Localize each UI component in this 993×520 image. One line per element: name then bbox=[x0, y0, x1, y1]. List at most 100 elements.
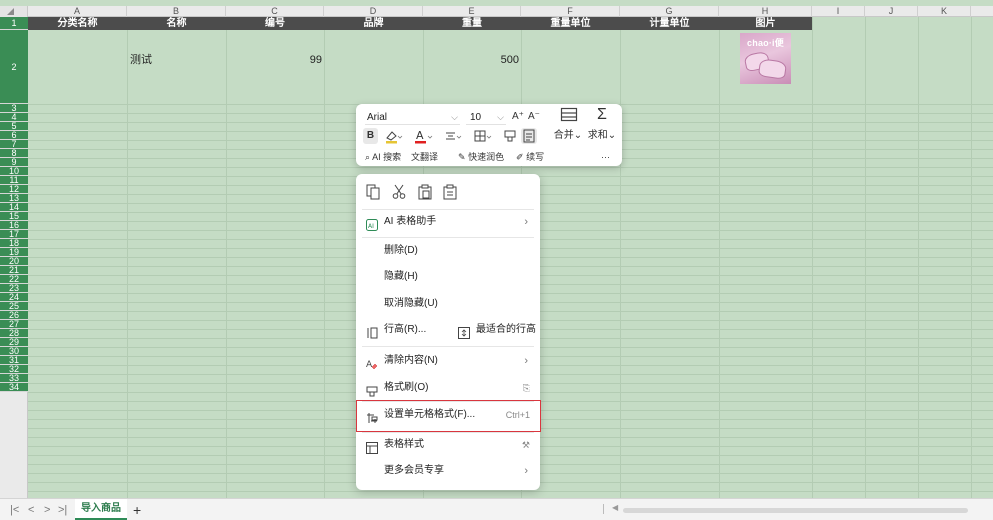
menu-item-format-painter[interactable]: 格式刷(O) ⎘ bbox=[356, 375, 540, 401]
format-painter-icon bbox=[366, 382, 378, 397]
row-header-1[interactable]: 1 bbox=[0, 17, 28, 30]
menu-item-delete[interactable]: 删除(D) bbox=[356, 238, 540, 264]
column-header-j[interactable]: J bbox=[865, 6, 918, 17]
column-header-a[interactable]: A bbox=[28, 6, 127, 17]
format-painter-toolbar-button[interactable] bbox=[502, 128, 518, 144]
sum-label: 求和 bbox=[587, 130, 608, 141]
column-header-d[interactable]: D bbox=[324, 6, 423, 17]
header-cell-weight-unit[interactable]: 重量单位 bbox=[521, 17, 620, 30]
product-image-brand: chao·i便 bbox=[747, 38, 784, 48]
menu-item-label: 隐藏(H) bbox=[384, 271, 418, 282]
bold-button[interactable]: B bbox=[363, 128, 378, 144]
font-size-select[interactable]: 10 ⌵ bbox=[466, 110, 506, 125]
quick-polish-label: 快速润色 bbox=[468, 152, 505, 162]
row-header-34[interactable]: 34 bbox=[0, 383, 28, 392]
column-header-k[interactable]: K bbox=[918, 6, 971, 17]
paste-button[interactable] bbox=[418, 184, 432, 200]
ai-search-icon: ⌕ bbox=[365, 152, 371, 162]
cut-button[interactable] bbox=[392, 184, 406, 200]
scroll-left-icon[interactable]: ◀ bbox=[612, 503, 618, 512]
sum-icon-button[interactable]: Σ bbox=[592, 107, 612, 127]
column-header-e[interactable]: E bbox=[423, 6, 521, 17]
paste-special-button[interactable] bbox=[443, 184, 457, 200]
translate-icon: 文 bbox=[411, 152, 421, 162]
next-sheet-icon[interactable]: > bbox=[44, 499, 50, 520]
menu-item-label: 表格样式 bbox=[384, 439, 424, 450]
merge-cells-icon-button[interactable] bbox=[559, 107, 579, 127]
copy-button[interactable] bbox=[366, 184, 380, 200]
menu-item-label: 取消隐藏(U) bbox=[384, 298, 438, 309]
sheet-tab-import-products[interactable]: 导入商品 bbox=[75, 499, 127, 520]
fill-color-button[interactable] bbox=[382, 128, 404, 144]
translate-label: 翻译 bbox=[420, 152, 439, 162]
column-header-h[interactable]: H bbox=[719, 6, 812, 17]
menu-item-label: 行高(R)... bbox=[384, 324, 427, 335]
ai-assistant-icon: AI bbox=[366, 216, 378, 231]
menu-item-label: 清除内容(N) bbox=[384, 355, 438, 366]
menu-item-ai-assistant[interactable]: AI AI 表格助手 › bbox=[356, 209, 540, 235]
select-all-corner[interactable] bbox=[0, 6, 28, 17]
cell-name-value[interactable]: 测试 bbox=[130, 53, 152, 67]
product-image[interactable]: chao·i便 bbox=[740, 33, 791, 84]
header-cell-brand[interactable]: 品牌 bbox=[324, 17, 423, 30]
border-button[interactable] bbox=[472, 128, 494, 144]
chevron-right-icon: › bbox=[524, 465, 528, 477]
scroll-split-handle[interactable] bbox=[603, 504, 604, 514]
align-button[interactable] bbox=[442, 128, 464, 144]
column-header-g[interactable]: G bbox=[620, 6, 719, 17]
translate-button[interactable]: 文翻译 bbox=[411, 150, 438, 164]
continue-write-button[interactable]: ✐ 续写 bbox=[516, 150, 544, 164]
font-name-select[interactable]: Arial ⌵ bbox=[365, 110, 460, 125]
chevron-down-icon: ⌄ bbox=[607, 130, 617, 141]
menu-item-hide[interactable]: 隐藏(H) bbox=[356, 264, 540, 290]
header-cell-category[interactable]: 分类名称 bbox=[28, 17, 127, 30]
best-fit-icon bbox=[458, 324, 470, 339]
ai-search-button[interactable]: ⌕ AI 搜索 bbox=[365, 150, 401, 164]
menu-item-best-fit-row-height[interactable]: 最适合的行高 bbox=[448, 317, 540, 343]
header-cell-measure-unit[interactable]: 计量单位 bbox=[620, 17, 719, 30]
menu-item-clear-content[interactable]: A 清除内容(N) › bbox=[356, 348, 540, 374]
add-sheet-button[interactable]: + bbox=[133, 499, 141, 520]
merge-dropdown[interactable]: 合并⌄ bbox=[551, 128, 585, 144]
floating-format-toolbar: Arial ⌵ 10 ⌵ A⁺ A⁻ Σ B A 合并⌄ 求和⌄ ⌕ AI 搜索… bbox=[356, 104, 622, 166]
last-sheet-icon[interactable]: >| bbox=[58, 499, 67, 520]
column-header-i[interactable]: I bbox=[812, 6, 865, 17]
menu-separator bbox=[362, 346, 534, 347]
column-header-f[interactable]: F bbox=[521, 6, 620, 17]
cut-icon bbox=[392, 184, 406, 199]
font-color-button[interactable]: A bbox=[412, 128, 434, 144]
sum-dropdown[interactable]: 求和⌄ bbox=[585, 128, 619, 144]
quick-polish-button[interactable]: ✎ 快速润色 bbox=[458, 150, 504, 164]
format-painter-side-icon[interactable]: ⎘ bbox=[523, 375, 530, 401]
menu-item-row-height[interactable]: 行高(R)... bbox=[356, 317, 448, 343]
first-sheet-icon[interactable]: |< bbox=[10, 499, 19, 520]
row-header-2[interactable]: 2 bbox=[0, 30, 28, 104]
prev-sheet-icon[interactable]: < bbox=[28, 499, 34, 520]
decrease-font-button[interactable]: A⁻ bbox=[527, 109, 541, 125]
sigma-icon: Σ bbox=[597, 106, 607, 123]
horizontal-scrollbar[interactable] bbox=[623, 508, 968, 513]
header-cell-code[interactable]: 编号 bbox=[226, 17, 324, 30]
header-cell-name[interactable]: 名称 bbox=[127, 17, 226, 30]
column-header-c[interactable]: C bbox=[226, 6, 324, 17]
menu-item-table-style[interactable]: 表格样式 ⚒ bbox=[356, 432, 540, 458]
column-header-b[interactable]: B bbox=[127, 6, 226, 17]
chevron-down-icon: ⌄ bbox=[573, 130, 583, 141]
increase-font-button[interactable]: A⁺ bbox=[511, 109, 525, 125]
cell-code-value[interactable]: 99 bbox=[226, 53, 322, 67]
wrap-text-button[interactable] bbox=[521, 128, 537, 144]
header-cell-image[interactable]: 图片 bbox=[719, 17, 812, 30]
chevron-right-icon: › bbox=[524, 216, 528, 228]
cell-weight-value[interactable]: 500 bbox=[423, 53, 519, 67]
paste-icon bbox=[418, 184, 432, 200]
slipper-shape bbox=[757, 58, 788, 80]
magic-wand-icon[interactable]: ⚒ bbox=[522, 432, 530, 458]
menu-item-more-vip[interactable]: 更多会员专享 › bbox=[356, 458, 540, 484]
more-tools-button[interactable]: ··· bbox=[601, 150, 610, 164]
copy-icon bbox=[366, 184, 380, 200]
context-menu: AI AI 表格助手 › 删除(D) 隐藏(H) 取消隐藏(U) 行高(R)..… bbox=[356, 174, 540, 490]
wrap-text-icon bbox=[523, 129, 535, 143]
header-cell-weight[interactable]: 重量 bbox=[423, 17, 521, 30]
menu-item-unhide[interactable]: 取消隐藏(U) bbox=[356, 291, 540, 317]
table-header-row: 分类名称 名称 编号 品牌 重量 重量单位 计量单位 图片 bbox=[28, 17, 812, 30]
